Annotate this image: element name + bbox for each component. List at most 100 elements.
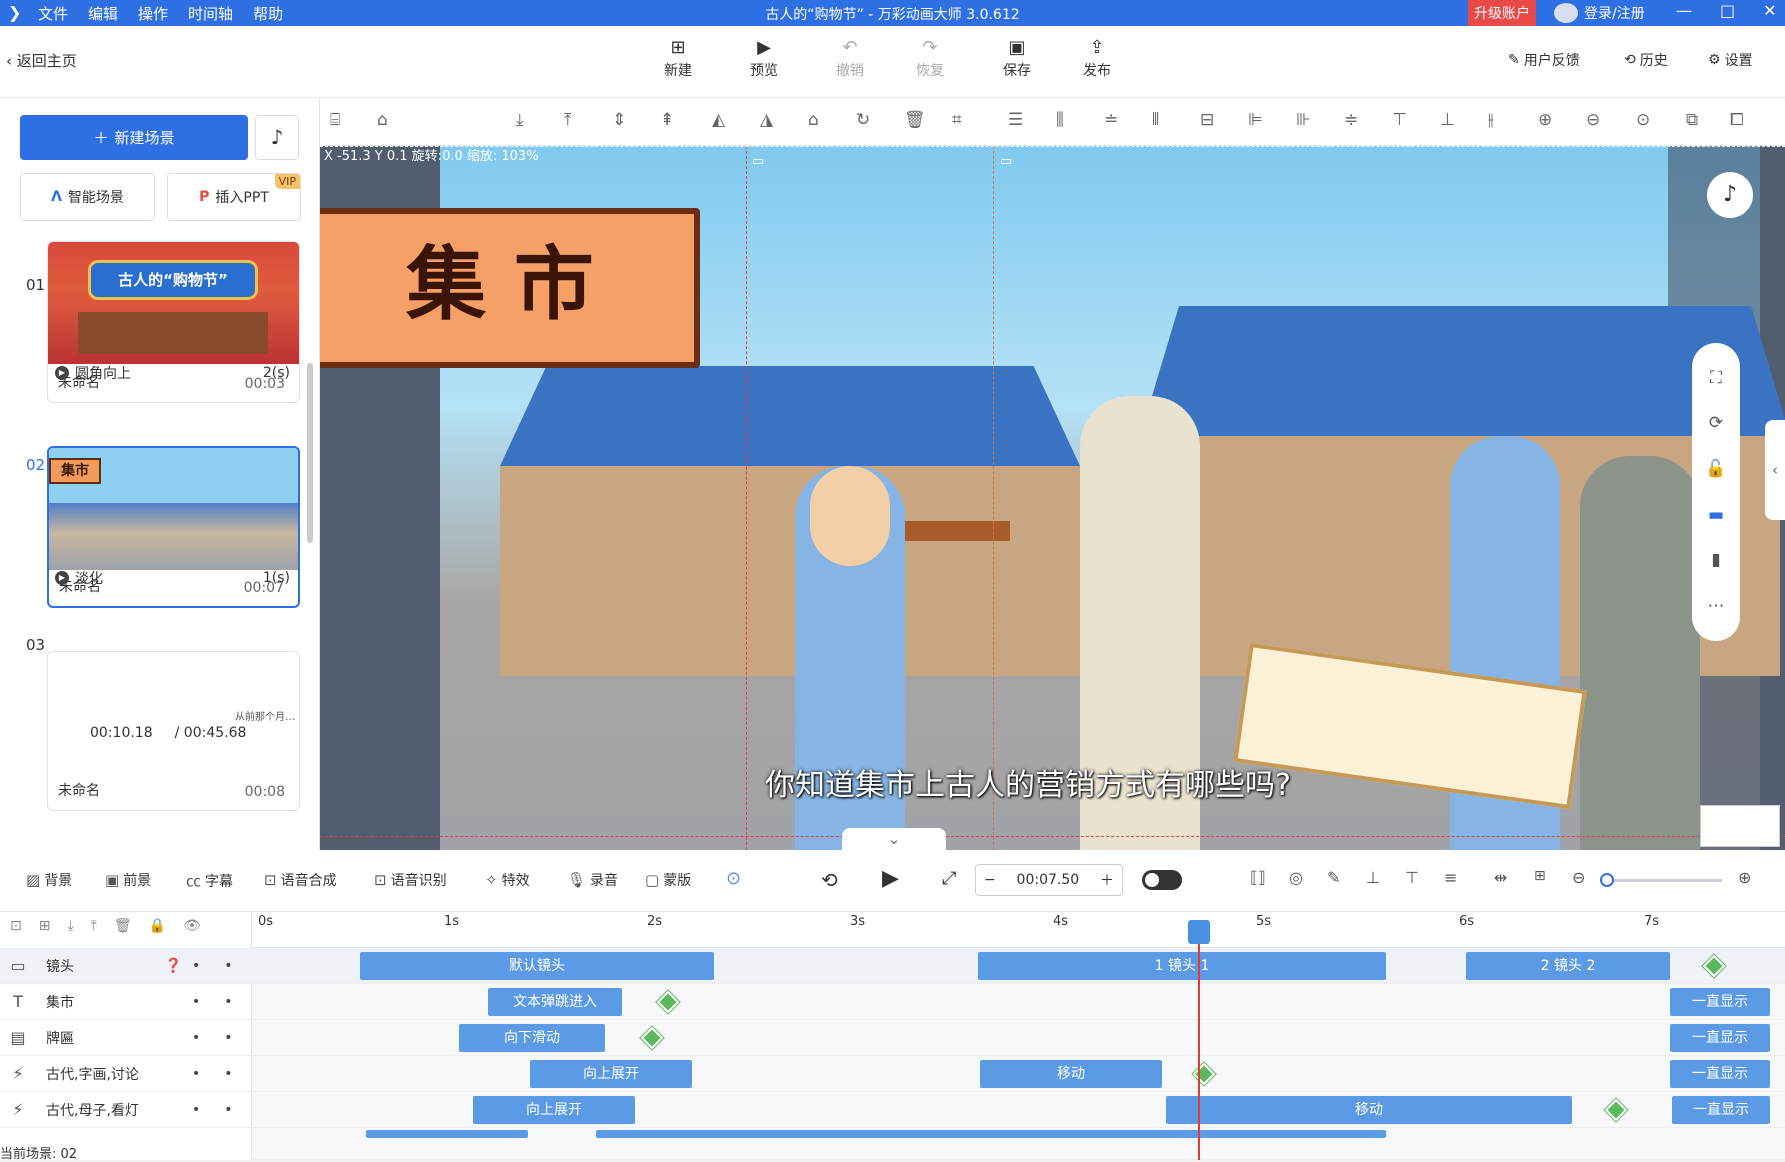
align-bottom-icon[interactable]: ⤓ (516, 110, 524, 130)
foreground-button[interactable]: ▣ 前景 (105, 870, 151, 890)
minimap[interactable] (1700, 805, 1780, 847)
zoom-out-icon[interactable]: ⊖ (1586, 110, 1600, 130)
settings-button[interactable]: ⚙ 设置 (1708, 50, 1753, 70)
keyframe-add[interactable] (640, 1026, 664, 1050)
preview-button[interactable]: ▶ 预览 (736, 36, 792, 80)
align-center2-icon[interactable]: ⫲ (1488, 110, 1494, 130)
collapse-right-button[interactable]: ‹ (1765, 420, 1785, 520)
character-man-2[interactable] (1580, 456, 1700, 850)
rotate-device-icon[interactable]: ⟳ (1709, 413, 1723, 433)
new-folder-icon[interactable]: ⊞ (39, 918, 51, 934)
split-icon[interactable]: ⊥ (1366, 868, 1380, 887)
add-folder-icon[interactable]: ⊡ (10, 918, 22, 934)
redo-button[interactable]: ↷ 恢复 (902, 36, 958, 80)
keyframe-add[interactable] (1702, 954, 1726, 978)
playhead-line[interactable] (1198, 920, 1200, 1160)
zoom-in-icon[interactable]: ⊕ (1738, 868, 1751, 887)
help-icon[interactable]: ❓ (165, 958, 182, 974)
caption-button[interactable]: ㏄字幕 (186, 870, 233, 891)
minimize-button[interactable]: — (1676, 1, 1692, 20)
transition-row[interactable]: ▶ 淡化 1(s) (55, 568, 290, 588)
speech-recognition-button[interactable]: ⊡ 语音识别 (374, 870, 447, 890)
time-ruler[interactable]: 0s 1s 2s 3s 4s 5s 6s 7s (252, 912, 1785, 948)
scene-list-scrollbar[interactable] (307, 363, 313, 543)
paste-icon[interactable]: ⧠ (1730, 110, 1744, 130)
actual-size-icon[interactable]: ⊞ (1534, 868, 1546, 884)
clip[interactable]: 1 镜头 1 (978, 952, 1386, 980)
track-camera[interactable]: ▭ 镜头 ❓ •• (0, 948, 252, 984)
clip[interactable]: 向上展开 (530, 1060, 692, 1088)
filter-icon[interactable]: ⊤ (1405, 868, 1419, 887)
playhead-handle[interactable] (1188, 920, 1210, 944)
time-value[interactable]: 00:07.50 (1017, 872, 1080, 888)
clip[interactable]: 向上展开 (473, 1096, 635, 1124)
fit-width-icon[interactable]: ⇹ (1494, 868, 1507, 887)
minus-icon[interactable]: − (984, 872, 996, 888)
more-icon[interactable]: ⋯ (1708, 596, 1725, 616)
clip[interactable]: 一直显示 (1670, 1024, 1770, 1052)
rewind-icon[interactable]: ⟲ (821, 868, 838, 892)
clip[interactable] (596, 1130, 1386, 1138)
fullscreen-icon[interactable]: ⤢ (942, 868, 956, 889)
mask-button[interactable]: ▢ 蒙版 (645, 870, 691, 890)
clip[interactable]: 一直显示 (1670, 988, 1770, 1016)
align-hc-icon[interactable]: ⫴ (1152, 110, 1159, 130)
zoom-slider[interactable] (1604, 879, 1722, 882)
camera-icon[interactable]: ▭ (752, 154, 764, 169)
delete-icon[interactable]: 🗑 (114, 918, 132, 934)
align-top-icon[interactable]: ⤒ (564, 110, 572, 130)
save-button[interactable]: ▣ 保存 (989, 36, 1045, 80)
adjust-icon[interactable]: ≡ (1444, 868, 1457, 887)
frame-icon[interactable]: ⟦⟧ (1250, 868, 1266, 887)
zoom-slider-handle[interactable] (1600, 873, 1614, 887)
clip[interactable]: 移动 (1166, 1096, 1572, 1124)
space-h-icon[interactable]: ⊟ (1200, 110, 1214, 130)
effects-button[interactable]: ✧ 特效 (485, 870, 530, 890)
align-center-v-icon[interactable]: ≑ (1344, 110, 1358, 130)
select-icon[interactable]: ⌗ (952, 110, 962, 130)
format-painter-icon[interactable]: ⌸ (330, 110, 340, 130)
delete-icon[interactable]: 🗑 (904, 110, 926, 130)
home-icon[interactable]: ⌂ (377, 110, 388, 130)
track-text[interactable]: T 集市 •• (0, 984, 252, 1020)
more-icon[interactable]: ⊙ (726, 868, 741, 889)
time-stepper[interactable]: − 00:07.50 ＋ (975, 864, 1123, 896)
history-button[interactable]: ⟲ 历史 (1624, 50, 1668, 70)
insert-ppt-button[interactable]: P 插入PPT VIP (167, 173, 301, 221)
align-top2-icon[interactable]: ⊤ (1392, 110, 1407, 130)
copy-icon[interactable]: ⧉ (1686, 110, 1698, 130)
toggle-switch[interactable] (1142, 870, 1182, 890)
zoom-in-icon[interactable]: ⊕ (1538, 110, 1552, 130)
lock-icon[interactable]: ⌂ (808, 110, 819, 130)
transition-row[interactable]: ▶ 圆角向上 2(s) (55, 363, 290, 383)
play-icon[interactable]: ▶ (882, 866, 899, 891)
clip[interactable]: 2 镜头 2 (1466, 952, 1670, 980)
distribute-v-icon[interactable]: ⫼ (1056, 110, 1064, 130)
canvas-stage[interactable]: 集 市 ▭ ▭ X -51.3 Y 0.1 旋转:0.0 缩放: 103% (320, 146, 1785, 850)
clip[interactable]: 移动 (980, 1060, 1162, 1088)
align-vc-icon[interactable]: ≐ (1104, 110, 1118, 130)
rotate-icon[interactable]: ↻ (856, 110, 870, 130)
upgrade-button[interactable]: 升级账户 (1468, 0, 1536, 26)
feedback-button[interactable]: ✎ 用户反馈 (1508, 50, 1580, 70)
keyframe-add[interactable] (1192, 1062, 1216, 1086)
zoom-out-icon[interactable]: ⊖ (1572, 868, 1585, 887)
track-painting[interactable]: ⚡ 古代,字画,讨论 •• (0, 1056, 252, 1092)
plus-icon[interactable]: ＋ (1100, 870, 1114, 890)
align-right-icon[interactable]: ⊪ (1296, 110, 1311, 130)
music-button[interactable]: ♪ (255, 115, 299, 160)
eye-icon[interactable]: 👁 (183, 918, 201, 934)
lock-icon[interactable]: 🔓 (1705, 459, 1726, 479)
align-middle-icon[interactable]: ⇕ (612, 110, 626, 130)
clip[interactable]: 文本弹跳进入 (488, 988, 622, 1016)
record-button[interactable]: 🎙 录音 (567, 870, 618, 890)
landscape-icon[interactable]: ▬ (1708, 505, 1724, 525)
align-center-icon[interactable]: ⇞ (660, 110, 674, 130)
new-button[interactable]: ⊞ 新建 (650, 36, 706, 80)
new-scene-button[interactable]: ＋ 新建场景 (20, 115, 248, 160)
smart-scene-button[interactable]: Λ 智能场景 (20, 173, 155, 221)
subtitle-text[interactable]: 你知道集市上古人的营销方式有哪些吗? (765, 760, 1291, 804)
tts-button[interactable]: ⊡ 语音合成 (264, 870, 337, 890)
camera-icon[interactable]: ◎ (1289, 868, 1303, 887)
market-sign[interactable]: 集 市 (320, 208, 700, 368)
